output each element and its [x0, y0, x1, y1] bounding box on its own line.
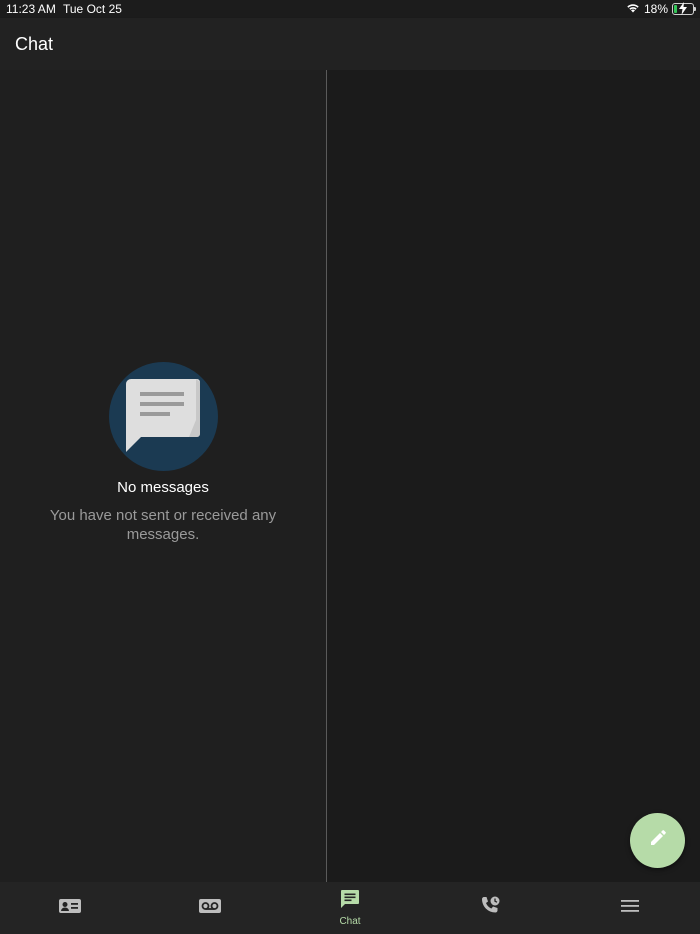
conversation-list-pane: [0, 70, 326, 882]
empty-state-title: No messages: [117, 479, 209, 496]
status-right: 18%: [626, 2, 696, 16]
app-header: Chat: [0, 18, 700, 70]
status-bar: 11:23 AM Tue Oct 25 18%: [0, 0, 700, 18]
status-date: Tue Oct 25: [63, 2, 122, 16]
phone-recents-icon: [479, 895, 501, 922]
tab-voicemail[interactable]: [140, 882, 280, 934]
chat-bubble-icon: [109, 362, 218, 471]
tab-chat-label: Chat: [339, 916, 361, 927]
tab-recents[interactable]: [420, 882, 560, 934]
contacts-card-icon: [58, 897, 82, 920]
empty-state-subtitle: You have not sent or received any messag…: [49, 507, 277, 543]
tab-chat[interactable]: Chat: [280, 882, 420, 934]
chat-icon: [340, 889, 360, 914]
status-time: 11:23 AM: [6, 2, 56, 16]
wifi-icon: [626, 2, 640, 16]
pencil-icon: [649, 829, 667, 852]
tab-contacts[interactable]: [0, 882, 140, 934]
conversation-detail-pane: [327, 70, 700, 882]
tab-menu[interactable]: [560, 882, 700, 934]
voicemail-icon: [198, 898, 222, 919]
compose-button[interactable]: [630, 813, 685, 868]
battery-percent: 18%: [643, 2, 668, 16]
battery-icon: [672, 2, 696, 15]
bottom-tab-bar: Chat: [0, 882, 700, 934]
page-title: Chat: [15, 34, 54, 54]
menu-icon: [620, 899, 640, 918]
